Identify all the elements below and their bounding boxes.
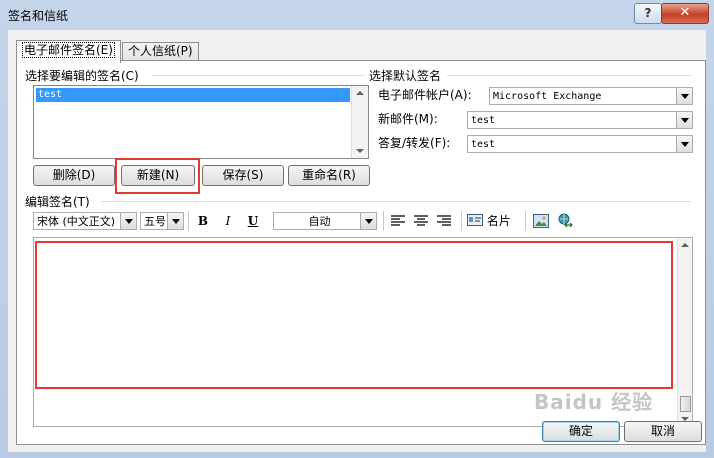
font-dropdown[interactable] bbox=[120, 213, 136, 229]
chevron-down-icon bbox=[681, 142, 689, 147]
hyperlink-icon bbox=[558, 213, 573, 228]
window-title: 签名和信纸 bbox=[8, 9, 69, 23]
default-signature-label: 选择默认签名 bbox=[369, 69, 442, 83]
new-messages-dropdown[interactable] bbox=[676, 112, 692, 128]
rename-button[interactable]: 重命名(R) bbox=[288, 165, 370, 186]
align-left-button[interactable] bbox=[388, 211, 408, 231]
font-size-value: 五号 bbox=[144, 215, 166, 228]
email-account-select[interactable]: Microsoft Exchange bbox=[489, 87, 693, 105]
dialog-client-area: 电子邮件签名(E) 个人信纸(P) 选择要编辑的签名(C) test 删除(D)… bbox=[8, 30, 706, 452]
email-account-dropdown[interactable] bbox=[676, 88, 692, 104]
replies-forwards-label: 答复/转发(F): bbox=[378, 136, 451, 150]
chevron-down-icon bbox=[681, 94, 689, 99]
replies-forwards-value: test bbox=[471, 139, 496, 150]
delete-button[interactable]: 删除(D) bbox=[33, 165, 115, 186]
font-color-select[interactable]: 自动 bbox=[273, 212, 377, 230]
new-messages-value: test bbox=[471, 115, 496, 126]
align-left-icon bbox=[391, 215, 405, 226]
group-divider bbox=[101, 201, 691, 202]
formatting-toolbar: 宋体 (中文正文) 五号 B I U 自动 名片 bbox=[33, 211, 693, 233]
scroll-up-icon[interactable] bbox=[681, 243, 689, 247]
tab-email-signature-label: 电子邮件签名(E) bbox=[22, 42, 115, 58]
ok-button[interactable]: 确定 bbox=[542, 421, 620, 442]
help-button[interactable]: ? bbox=[634, 3, 662, 24]
close-button[interactable]: ✕ bbox=[661, 3, 709, 24]
tab-email-signature[interactable]: 电子邮件签名(E) bbox=[16, 40, 121, 63]
select-signature-label: 选择要编辑的签名(C) bbox=[25, 69, 139, 83]
toolbar-separator bbox=[188, 211, 189, 231]
bold-button[interactable]: B bbox=[193, 211, 213, 231]
replies-forwards-select[interactable]: test bbox=[467, 135, 693, 153]
highlight-signature-editor bbox=[35, 241, 673, 389]
font-color-dropdown[interactable] bbox=[360, 213, 376, 229]
align-right-button[interactable] bbox=[434, 211, 454, 231]
scroll-up-icon[interactable] bbox=[356, 91, 364, 95]
tab-personal-stationery-label: 个人信纸(P) bbox=[128, 44, 193, 58]
signature-list-item[interactable]: test bbox=[36, 88, 350, 102]
highlight-new-button bbox=[115, 158, 200, 194]
insert-hyperlink-button[interactable] bbox=[555, 211, 575, 231]
editor-scroll-thumb[interactable] bbox=[680, 396, 691, 412]
font-size-select[interactable]: 五号 bbox=[140, 212, 184, 230]
signature-list[interactable]: test bbox=[33, 85, 369, 159]
business-card-button[interactable]: 名片 bbox=[467, 211, 511, 231]
chevron-down-icon bbox=[172, 219, 180, 224]
chevron-down-icon bbox=[125, 219, 133, 224]
font-select[interactable]: 宋体 (中文正文) bbox=[33, 212, 137, 230]
signature-list-scrollbar[interactable] bbox=[351, 86, 368, 158]
watermark: Baidu 经验 bbox=[534, 390, 654, 414]
group-divider bbox=[447, 75, 691, 76]
business-card-label: 名片 bbox=[486, 214, 511, 228]
save-button[interactable]: 保存(S) bbox=[202, 165, 284, 186]
font-size-dropdown[interactable] bbox=[167, 213, 183, 229]
align-right-icon bbox=[437, 215, 451, 226]
edit-signature-label: 编辑签名(T) bbox=[25, 195, 90, 209]
signatures-dialog: 签名和信纸 ? ✕ 电子邮件签名(E) 个人信纸(P) 选择要编辑的签名(C) … bbox=[0, 0, 714, 458]
align-center-icon bbox=[414, 215, 428, 226]
toolbar-separator bbox=[461, 211, 462, 231]
scroll-down-icon[interactable] bbox=[356, 149, 364, 153]
align-center-button[interactable] bbox=[411, 211, 431, 231]
editor-scrollbar[interactable] bbox=[677, 238, 692, 426]
title-bar[interactable]: 签名和信纸 ? ✕ bbox=[0, 0, 714, 30]
new-messages-select[interactable]: test bbox=[467, 111, 693, 129]
underline-button[interactable]: U bbox=[243, 211, 263, 231]
chevron-down-icon bbox=[365, 219, 373, 224]
business-card-icon bbox=[467, 214, 483, 226]
email-account-value: Microsoft Exchange bbox=[493, 91, 602, 102]
group-divider bbox=[152, 75, 365, 76]
picture-icon bbox=[533, 214, 549, 228]
font-color-value: 自动 bbox=[308, 215, 331, 228]
chevron-down-icon bbox=[681, 118, 689, 123]
cancel-button[interactable]: 取消 bbox=[624, 421, 702, 442]
new-messages-label: 新邮件(M): bbox=[378, 112, 438, 126]
toolbar-separator bbox=[525, 211, 526, 231]
email-account-label: 电子邮件帐户(A): bbox=[378, 88, 472, 102]
italic-button[interactable]: I bbox=[218, 211, 238, 231]
insert-picture-button[interactable] bbox=[531, 211, 551, 231]
replies-forwards-dropdown[interactable] bbox=[676, 136, 692, 152]
tab-personal-stationery[interactable]: 个人信纸(P) bbox=[122, 42, 199, 61]
font-value: 宋体 (中文正文) bbox=[37, 215, 116, 228]
toolbar-separator bbox=[383, 211, 384, 231]
